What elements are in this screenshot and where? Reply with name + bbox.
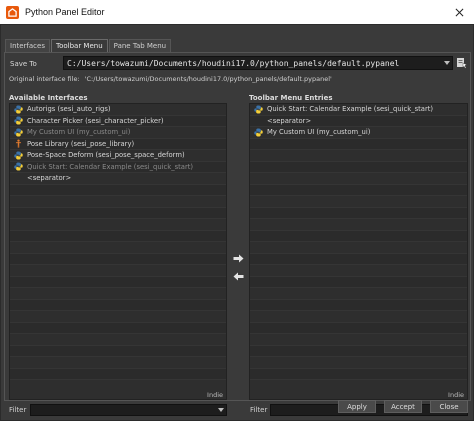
left-filter-label: Filter	[9, 406, 27, 414]
list-item[interactable]: My Custom UI (my_custom_ui)	[250, 127, 467, 139]
right-filter-label: Filter	[250, 406, 268, 414]
editor-window: Interfaces Toolbar Menu Pane Tab Menu Sa…	[0, 24, 474, 421]
list-item-label: <separator>	[267, 116, 312, 125]
original-file-path: 'C:/Users/towazumi/Documents/houdini17.0…	[84, 75, 332, 83]
empty-row	[10, 276, 226, 288]
list-item-label: Quick Start: Calendar Example (sesi_quic…	[27, 162, 194, 171]
python-icon	[13, 115, 24, 126]
separator-item[interactable]: <separator>	[10, 173, 226, 185]
list-item-label: Quick Start: Calendar Example (sesi_quic…	[267, 105, 434, 114]
chevron-down-icon[interactable]	[216, 404, 226, 416]
list-item[interactable]: Pose-Space Deform (sesi_pose_space_defor…	[10, 150, 226, 162]
close-button[interactable]: Close	[430, 400, 468, 413]
apply-button[interactable]: Apply	[338, 400, 376, 413]
empty-row	[250, 334, 467, 346]
empty-row	[10, 288, 226, 300]
original-file-label: Original interface file:	[9, 75, 80, 83]
empty-row	[250, 253, 467, 265]
empty-row	[250, 173, 467, 185]
empty-row	[10, 322, 226, 334]
empty-row	[10, 357, 226, 369]
list-item[interactable]: Pose Library (sesi_pose_library)	[10, 138, 226, 150]
save-to-field[interactable]	[63, 56, 453, 70]
empty-row	[10, 311, 226, 323]
empty-row	[250, 161, 467, 173]
empty-row	[10, 368, 226, 380]
empty-row	[250, 357, 467, 369]
list-item-label: Character Picker (sesi_character_picker)	[27, 116, 164, 125]
python-icon	[13, 104, 24, 115]
left-filter-field[interactable]	[30, 404, 227, 416]
empty-row	[10, 334, 226, 346]
python-icon	[253, 104, 264, 115]
arrow-left-icon[interactable]	[233, 272, 244, 281]
empty-row	[250, 219, 467, 231]
window-title: Python Panel Editor	[25, 7, 105, 17]
empty-row	[10, 230, 226, 242]
pose-library-icon	[13, 138, 24, 149]
empty-row	[250, 299, 467, 311]
empty-row	[10, 219, 226, 231]
empty-row	[10, 242, 226, 254]
empty-row	[10, 345, 226, 357]
empty-row	[250, 138, 467, 150]
list-item[interactable]: My Custom UI (my_custom_ui)	[10, 127, 226, 139]
indie-badge: Indie	[207, 391, 223, 399]
empty-row	[10, 253, 226, 265]
left-filter-input[interactable]	[31, 405, 216, 415]
empty-row	[250, 150, 467, 162]
file-chooser-icon[interactable]	[456, 57, 468, 69]
empty-row	[250, 288, 467, 300]
tab-bar: Interfaces Toolbar Menu Pane Tab Menu	[5, 39, 172, 52]
available-interfaces-title: Available Interfaces	[9, 94, 88, 102]
list-item[interactable]: Quick Start: Calendar Example (sesi_quic…	[10, 161, 226, 173]
list-item[interactable]: Quick Start: Calendar Example (sesi_quic…	[250, 104, 467, 116]
list-item-label: My Custom UI (my_custom_ui)	[267, 128, 371, 137]
save-to-input[interactable]	[64, 57, 442, 69]
tab-pane-tab-menu[interactable]: Pane Tab Menu	[108, 39, 172, 52]
empty-row	[250, 345, 467, 357]
empty-row	[250, 230, 467, 242]
empty-row	[250, 196, 467, 208]
accept-button[interactable]: Accept	[384, 400, 422, 413]
python-icon	[253, 127, 264, 138]
title-bar: Python Panel Editor	[0, 0, 474, 24]
python-icon	[13, 150, 24, 161]
list-item-label: Pose Library (sesi_pose_library)	[27, 139, 135, 148]
list-item-label: Pose-Space Deform (sesi_pose_space_defor…	[27, 151, 185, 160]
empty-row	[250, 242, 467, 254]
empty-row	[10, 184, 226, 196]
empty-row	[10, 196, 226, 208]
list-item[interactable]: Character Picker (sesi_character_picker)	[10, 115, 226, 127]
empty-row	[10, 265, 226, 277]
list-item-label: My Custom UI (my_custom_ui)	[27, 128, 131, 137]
save-to-label: Save To	[10, 60, 37, 68]
empty-row	[250, 311, 467, 323]
empty-row	[250, 276, 467, 288]
empty-row	[250, 207, 467, 219]
empty-row	[250, 265, 467, 277]
empty-row	[250, 368, 467, 380]
available-interfaces-list[interactable]: Autorigs (sesi_auto_rigs) Character Picke…	[9, 103, 227, 400]
tab-interfaces[interactable]: Interfaces	[5, 39, 50, 52]
list-item-label: Autorigs (sesi_auto_rigs)	[27, 105, 111, 114]
toolbar-menu-entries-title: Toolbar Menu Entries	[249, 94, 333, 102]
chevron-down-icon[interactable]	[442, 57, 452, 69]
houdini-app-icon	[6, 5, 19, 19]
toolbar-menu-entries-list[interactable]: Quick Start: Calendar Example (sesi_quic…	[249, 103, 468, 400]
list-item[interactable]: Autorigs (sesi_auto_rigs)	[10, 104, 226, 116]
empty-row	[250, 322, 467, 334]
empty-row	[10, 207, 226, 219]
tab-toolbar-menu[interactable]: Toolbar Menu	[51, 39, 108, 52]
list-item-label: <separator>	[27, 174, 72, 183]
window-close-icon[interactable]	[452, 5, 466, 19]
arrow-right-icon[interactable]	[233, 254, 244, 263]
indie-badge: Indie	[448, 391, 464, 399]
empty-row	[250, 184, 467, 196]
python-icon	[13, 127, 24, 138]
separator-item[interactable]: <separator>	[250, 115, 467, 127]
python-icon	[13, 161, 24, 172]
empty-row	[10, 299, 226, 311]
original-file-line: Original interface file: 'C:/Users/towaz…	[9, 75, 332, 83]
